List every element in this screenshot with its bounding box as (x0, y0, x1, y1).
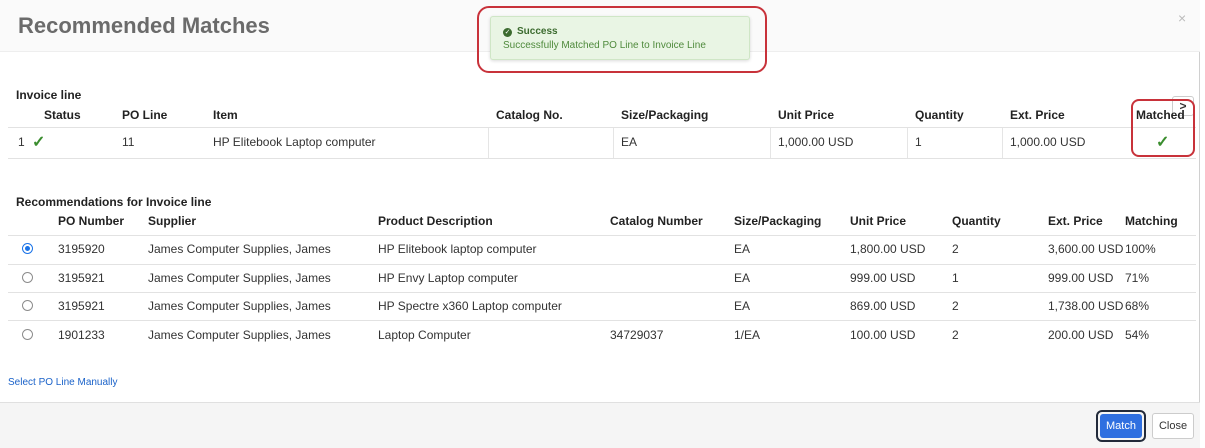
recommendations-section-label: Recommendations for Invoice line (16, 195, 212, 209)
catalog-number-value: 34729037 (610, 328, 664, 342)
divider (8, 292, 1196, 293)
cell-divider (907, 128, 908, 158)
col-header-ext-price: Ext. Price (1048, 214, 1103, 228)
po-number-value: 3195921 (58, 299, 105, 313)
recommended-matches-dialog: Recommended Matches × ✓ Success Successf… (0, 0, 1200, 448)
success-toast: ✓ Success Successfully Matched PO Line t… (490, 16, 750, 60)
dialog-title: Recommended Matches (18, 13, 270, 38)
check-circle-icon: ✓ (503, 28, 512, 37)
divider (8, 320, 1196, 321)
col-header-unit-price: Unit Price (778, 108, 835, 122)
col-header-quantity: Quantity (915, 108, 964, 122)
quantity-value: 2 (952, 328, 959, 342)
col-header-size-packaging: Size/Packaging (734, 214, 822, 228)
col-header-catalog-no: Catalog No. (496, 108, 563, 122)
supplier-value: James Computer Supplies, James (148, 271, 331, 285)
matching-value: 54% (1125, 328, 1150, 342)
quantity-value: 2 (952, 299, 959, 313)
divider (8, 158, 1196, 159)
size-packaging-value: 1/EA (734, 328, 761, 342)
divider (8, 235, 1196, 236)
unit-price-value: 1,800.00 USD (850, 242, 926, 256)
col-header-product-description: Product Description (378, 214, 493, 228)
quantity-value: 1 (952, 271, 959, 285)
description-value: HP Elitebook laptop computer (378, 242, 537, 256)
invoice-line-section-label: Invoice line (16, 88, 82, 102)
col-header-matching: Matching (1125, 214, 1178, 228)
col-header-item: Item (213, 108, 238, 122)
col-header-size-packaging: Size/Packaging (621, 108, 709, 122)
col-header-status: Status (44, 108, 81, 122)
ext-price-value: 999.00 USD (1048, 271, 1114, 285)
size-packaging-value: EA (734, 271, 751, 285)
quantity-value: 2 (952, 242, 959, 256)
item-value: HP Elitebook Laptop computer (213, 135, 376, 149)
row-select-radio[interactable] (22, 272, 33, 283)
unit-price-value: 1,000.00 USD (778, 135, 854, 149)
matching-value: 71% (1125, 271, 1150, 285)
toast-message: Successfully Matched PO Line to Invoice … (503, 40, 706, 51)
col-header-po-number: PO Number (58, 214, 125, 228)
row-index: 1 (18, 135, 25, 149)
dialog-footer (0, 402, 1200, 448)
cell-divider (770, 128, 771, 158)
po-line-value: 11 (122, 135, 135, 149)
po-number-value: 1901233 (58, 328, 105, 342)
toast-title: Success (517, 26, 558, 37)
supplier-value: James Computer Supplies, James (148, 328, 331, 342)
status-check-icon: ✓ (32, 134, 46, 151)
unit-price-value: 999.00 USD (850, 271, 916, 285)
close-button[interactable]: Close (1152, 413, 1194, 439)
supplier-value: James Computer Supplies, James (148, 299, 331, 313)
ext-price-value: 1,000.00 USD (1010, 135, 1086, 149)
description-value: Laptop Computer (378, 328, 471, 342)
quantity-value: 1 (915, 135, 922, 149)
description-value: HP Spectre x360 Laptop computer (378, 299, 562, 313)
unit-price-value: 100.00 USD (850, 328, 916, 342)
col-header-quantity: Quantity (952, 214, 1001, 228)
row-select-radio[interactable] (22, 329, 33, 340)
size-packaging-value: EA (621, 135, 638, 149)
matching-value: 100% (1125, 242, 1156, 256)
ext-price-value: 1,738.00 USD (1048, 299, 1124, 313)
po-number-value: 3195921 (58, 271, 105, 285)
match-button[interactable]: Match (1100, 414, 1142, 438)
size-packaging-value: EA (734, 299, 751, 313)
col-header-unit-price: Unit Price (850, 214, 907, 228)
cell-divider (488, 128, 489, 158)
ext-price-value: 200.00 USD (1048, 328, 1114, 342)
cell-divider (1002, 128, 1003, 158)
size-packaging-value: EA (734, 242, 751, 256)
row-select-radio[interactable] (22, 243, 33, 254)
select-po-line-manually-link[interactable]: Select PO Line Manually (8, 377, 118, 388)
description-value: HP Envy Laptop computer (378, 271, 518, 285)
divider (8, 264, 1196, 265)
matching-value: 68% (1125, 299, 1150, 313)
ext-price-value: 3,600.00 USD (1048, 242, 1124, 256)
cell-divider (613, 128, 614, 158)
divider (8, 127, 1196, 128)
supplier-value: James Computer Supplies, James (148, 242, 331, 256)
col-header-po-line: PO Line (122, 108, 168, 122)
close-icon[interactable]: × (1178, 10, 1186, 26)
matched-highlight-ring (1131, 99, 1195, 157)
unit-price-value: 869.00 USD (850, 299, 916, 313)
col-header-ext-price: Ext. Price (1010, 108, 1065, 122)
po-number-value: 3195920 (58, 242, 105, 256)
col-header-supplier: Supplier (148, 214, 197, 228)
row-select-radio[interactable] (22, 300, 33, 311)
col-header-catalog-number: Catalog Number (610, 214, 703, 228)
